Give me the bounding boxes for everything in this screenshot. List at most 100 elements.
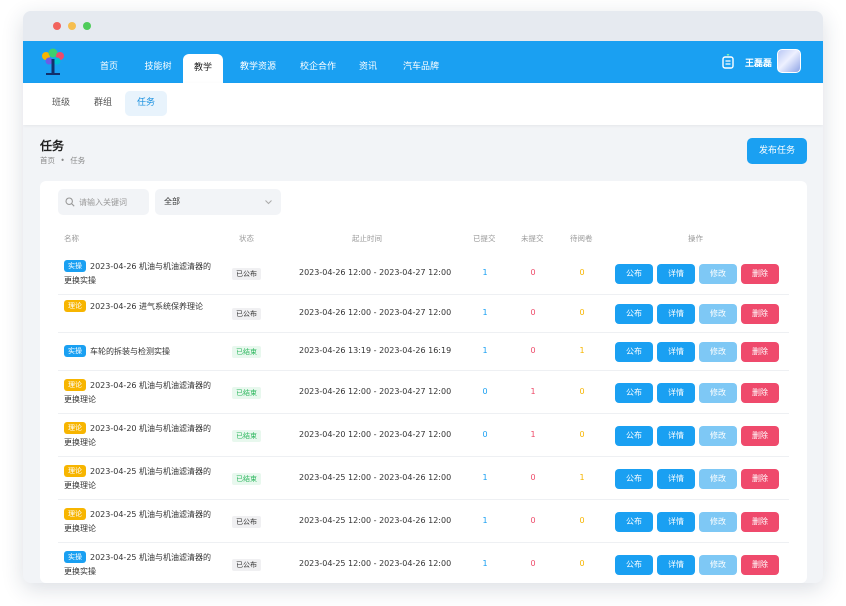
submitted-count[interactable]: 1	[475, 473, 495, 482]
maximize-window-dot[interactable]	[83, 22, 91, 30]
publish-result-button[interactable]: 公布	[615, 342, 653, 362]
search-box[interactable]	[58, 189, 149, 215]
pending-count[interactable]: 0	[572, 430, 592, 439]
unsubmitted-count[interactable]: 0	[523, 516, 543, 525]
detail-button[interactable]: 详情	[657, 304, 695, 324]
message-icon[interactable]	[720, 54, 736, 70]
unsubmitted-count[interactable]: 0	[523, 308, 543, 317]
nav-item-6[interactable]: 汽车品牌	[391, 41, 451, 83]
subnav-item-1[interactable]: 群组	[83, 91, 123, 116]
app-window: 首页 技能树 教学 教学资源 校企合作 资讯 汽车品牌 王磊磊 班级 群组 任务 任务 首页 •…	[23, 11, 823, 583]
submitted-count[interactable]: 0	[475, 430, 495, 439]
edit-button[interactable]: 修改	[699, 263, 737, 284]
detail-button[interactable]: 详情	[657, 425, 695, 446]
unsubmitted-count[interactable]: 0	[523, 346, 543, 355]
publish-result-button[interactable]: 公布	[615, 425, 653, 446]
task-name[interactable]: 2023-04-25 机油与机油滤清器的更换理论	[64, 467, 211, 490]
detail-button[interactable]: 详情	[657, 342, 695, 362]
pending-count[interactable]: 0	[572, 308, 592, 317]
nav-item-4[interactable]: 校企合作	[288, 41, 348, 83]
publish-result-button[interactable]: 公布	[615, 468, 653, 489]
task-name[interactable]: 车轮的拆装与检测实操	[90, 347, 170, 356]
nav-item-2[interactable]: 教学	[183, 54, 223, 83]
task-name-cell[interactable]: 实操 2023-04-25 机油与机油滤清器的更换实操	[64, 550, 219, 579]
nav-item-1[interactable]: 技能树	[133, 41, 183, 83]
detail-button[interactable]: 详情	[657, 554, 695, 575]
submitted-count[interactable]: 1	[475, 559, 495, 568]
user-name[interactable]: 王磊磊	[745, 56, 772, 69]
task-name-cell[interactable]: 理论 2023-04-20 机油与机油滤清器的更换理论	[64, 421, 219, 450]
task-name[interactable]: 2023-04-20 机油与机油滤清器的更换理论	[64, 424, 211, 447]
column-header-pending: 待阅卷	[570, 234, 593, 243]
task-name[interactable]: 2023-04-25 机油与机油滤清器的更换实操	[64, 553, 211, 576]
nav-item-0[interactable]: 首页	[89, 41, 129, 83]
task-name-cell[interactable]: 实操 2023-04-26 机油与机油滤清器的更换实操	[64, 259, 219, 288]
delete-button[interactable]: 删除	[741, 425, 779, 446]
status-badge: 已公布	[232, 515, 261, 528]
unsubmitted-count[interactable]: 1	[523, 387, 543, 396]
table-row: 理论 2023-04-25 机油与机油滤清器的更换理论 已结束 2023-04-25 …	[58, 457, 789, 500]
task-name-cell[interactable]: 理论 2023-04-25 机油与机油滤清器的更换理论	[64, 507, 219, 536]
subnav-item-0[interactable]: 班级	[41, 91, 81, 116]
task-name[interactable]: 2023-04-26 进气系统保养理论	[90, 302, 203, 311]
detail-button[interactable]: 详情	[657, 511, 695, 532]
logo-tree-icon[interactable]	[37, 47, 69, 77]
breadcrumb-item-home[interactable]: 首页	[40, 156, 55, 165]
nav-item-5[interactable]: 资讯	[348, 41, 388, 83]
submitted-count[interactable]: 1	[475, 516, 495, 525]
pending-count[interactable]: 1	[572, 346, 592, 355]
submitted-count[interactable]: 1	[475, 308, 495, 317]
edit-button[interactable]: 修改	[699, 554, 737, 575]
search-input[interactable]	[79, 189, 145, 215]
close-window-dot[interactable]	[53, 22, 61, 30]
task-name-cell[interactable]: 理论 2023-04-26 机油与机油滤清器的更换理论	[64, 378, 219, 407]
pending-count[interactable]: 1	[572, 473, 592, 482]
edit-button[interactable]: 修改	[699, 304, 737, 324]
submitted-count[interactable]: 0	[475, 387, 495, 396]
detail-button[interactable]: 详情	[657, 382, 695, 403]
unsubmitted-count[interactable]: 1	[523, 430, 543, 439]
publish-result-button[interactable]: 公布	[615, 382, 653, 403]
edit-button[interactable]: 修改	[699, 382, 737, 403]
pending-count[interactable]: 0	[572, 387, 592, 396]
publish-result-button[interactable]: 公布	[615, 554, 653, 575]
delete-button[interactable]: 删除	[741, 554, 779, 575]
delete-button[interactable]: 删除	[741, 382, 779, 403]
delete-button[interactable]: 删除	[741, 511, 779, 532]
task-name[interactable]: 2023-04-25 机油与机油滤清器的更换理论	[64, 510, 211, 533]
pending-count[interactable]: 0	[572, 516, 592, 525]
edit-button[interactable]: 修改	[699, 425, 737, 446]
publish-result-button[interactable]: 公布	[615, 304, 653, 324]
pending-count[interactable]: 0	[572, 559, 592, 568]
task-name-cell[interactable]: 理论 2023-04-26 进气系统保养理论	[64, 300, 219, 314]
submitted-count[interactable]: 1	[475, 346, 495, 355]
edit-button[interactable]: 修改	[699, 511, 737, 532]
user-avatar[interactable]	[777, 49, 801, 73]
task-name[interactable]: 2023-04-26 机油与机油滤清器的更换实操	[64, 262, 211, 285]
detail-button[interactable]: 详情	[657, 468, 695, 489]
task-name[interactable]: 2023-04-26 机油与机油滤清器的更换理论	[64, 381, 211, 404]
subnav-item-2[interactable]: 任务	[125, 91, 167, 116]
nav-item-3[interactable]: 教学资源	[228, 41, 288, 83]
unsubmitted-count[interactable]: 0	[523, 268, 543, 277]
delete-button[interactable]: 删除	[741, 342, 779, 362]
minimize-window-dot[interactable]	[68, 22, 76, 30]
status-filter-select[interactable]: 全部	[155, 189, 281, 215]
pending-count[interactable]: 0	[572, 268, 592, 277]
breadcrumb-separator: •	[60, 156, 65, 165]
task-name-cell[interactable]: 实操 车轮的拆装与检测实操	[64, 345, 219, 359]
delete-button[interactable]: 删除	[741, 468, 779, 489]
delete-button[interactable]: 删除	[741, 304, 779, 324]
submitted-count[interactable]: 1	[475, 268, 495, 277]
delete-button[interactable]: 删除	[741, 263, 779, 284]
publish-task-button[interactable]: 发布任务	[747, 138, 807, 164]
task-time: 2023-04-25 12:00 - 2023-04-26 12:00	[299, 558, 452, 568]
detail-button[interactable]: 详情	[657, 263, 695, 284]
publish-result-button[interactable]: 公布	[615, 263, 653, 284]
publish-result-button[interactable]: 公布	[615, 511, 653, 532]
task-name-cell[interactable]: 理论 2023-04-25 机油与机油滤清器的更换理论	[64, 464, 219, 493]
unsubmitted-count[interactable]: 0	[523, 473, 543, 482]
edit-button[interactable]: 修改	[699, 468, 737, 489]
unsubmitted-count[interactable]: 0	[523, 559, 543, 568]
edit-button[interactable]: 修改	[699, 342, 737, 362]
